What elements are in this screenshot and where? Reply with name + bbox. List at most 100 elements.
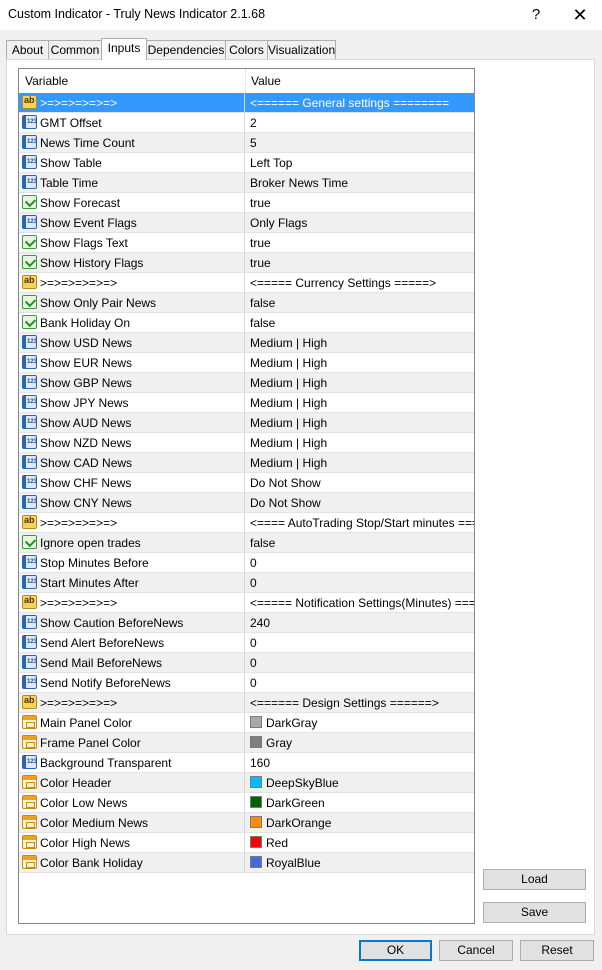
variable-name: Table Time	[40, 176, 99, 190]
cancel-button[interactable]: Cancel	[439, 940, 513, 961]
value-cell[interactable]: true	[246, 193, 474, 212]
table-row[interactable]: Show Event Flags Only Flags	[19, 213, 474, 233]
table-row[interactable]: Show GBP News Medium | High	[19, 373, 474, 393]
save-button[interactable]: Save	[483, 902, 586, 923]
value-cell[interactable]: 2	[246, 113, 474, 132]
reset-button[interactable]: Reset	[520, 940, 594, 961]
table-row[interactable]: Show Caution BeforeNews 240	[19, 613, 474, 633]
table-row[interactable]: News Time Count 5	[19, 133, 474, 153]
value-cell[interactable]: 0	[246, 573, 474, 592]
value-cell[interactable]: Medium | High	[246, 453, 474, 472]
tab-visualization[interactable]: Visualization	[267, 40, 336, 59]
header-variable[interactable]: Variable	[25, 74, 68, 88]
help-button[interactable]: ?	[514, 0, 558, 30]
table-row[interactable]: Start Minutes After 0	[19, 573, 474, 593]
value-cell[interactable]: <====== Design Settings ======>	[246, 693, 474, 712]
table-row[interactable]: Show CNY News Do Not Show	[19, 493, 474, 513]
table-row[interactable]: Show USD News Medium | High	[19, 333, 474, 353]
header-value[interactable]: Value	[251, 74, 281, 88]
table-row[interactable]: Show Only Pair News false	[19, 293, 474, 313]
table-row[interactable]: >=>=>=>=>=> <====== General settings ====…	[19, 93, 474, 113]
variable-cell: Show Caution BeforeNews	[19, 613, 245, 632]
value-cell[interactable]: DarkGray	[246, 713, 474, 732]
value-cell[interactable]: DarkOrange	[246, 813, 474, 832]
variable-value: <===== Notification Settings(Minutes) ==…	[250, 596, 474, 610]
table-row[interactable]: Color Low News DarkGreen	[19, 793, 474, 813]
close-button[interactable]: ✕	[558, 0, 602, 30]
value-cell[interactable]: Only Flags	[246, 213, 474, 232]
tab-common[interactable]: Common	[48, 40, 102, 59]
value-cell[interactable]: DarkGreen	[246, 793, 474, 812]
table-row[interactable]: Send Notify BeforeNews 0	[19, 673, 474, 693]
table-row[interactable]: Ignore open trades false	[19, 533, 474, 553]
variable-name: Send Alert BeforeNews	[40, 636, 165, 650]
table-row[interactable]: Show NZD News Medium | High	[19, 433, 474, 453]
value-cell[interactable]: Medium | High	[246, 413, 474, 432]
table-row[interactable]: Show Table Left Top	[19, 153, 474, 173]
tab-inputs[interactable]: Inputs	[101, 38, 147, 60]
table-row[interactable]: GMT Offset 2	[19, 113, 474, 133]
table-row[interactable]: Stop Minutes Before 0	[19, 553, 474, 573]
table-row[interactable]: Send Alert BeforeNews 0	[19, 633, 474, 653]
value-cell[interactable]: 160	[246, 753, 474, 772]
table-row[interactable]: >=>=>=>=>=> <====== Design Settings =====…	[19, 693, 474, 713]
table-row[interactable]: Color Bank Holiday RoyalBlue	[19, 853, 474, 873]
table-row[interactable]: Color Header DeepSkyBlue	[19, 773, 474, 793]
value-cell[interactable]: 0	[246, 653, 474, 672]
value-cell[interactable]: Left Top	[246, 153, 474, 172]
table-row[interactable]: >=>=>=>=>=> <===== Notification Settings(…	[19, 593, 474, 613]
value-cell[interactable]: false	[246, 533, 474, 552]
tab-dependencies[interactable]: Dependencies	[146, 40, 226, 59]
value-cell[interactable]: Medium | High	[246, 353, 474, 372]
value-cell[interactable]: Gray	[246, 733, 474, 752]
table-row[interactable]: Background Transparent 160	[19, 753, 474, 773]
value-cell[interactable]: Medium | High	[246, 393, 474, 412]
value-cell[interactable]: 0	[246, 553, 474, 572]
value-cell[interactable]: <==== AutoTrading Stop/Start minutes ===…	[246, 513, 474, 532]
table-row[interactable]: Show EUR News Medium | High	[19, 353, 474, 373]
value-cell[interactable]: true	[246, 233, 474, 252]
value-cell[interactable]: 0	[246, 633, 474, 652]
value-cell[interactable]: <====== General settings ========	[246, 93, 474, 112]
table-row[interactable]: Bank Holiday On false	[19, 313, 474, 333]
table-row[interactable]: >=>=>=>=>=> <===== Currency Settings ====…	[19, 273, 474, 293]
value-cell[interactable]: false	[246, 293, 474, 312]
number-type-icon	[22, 115, 37, 129]
table-row[interactable]: Frame Panel Color Gray	[19, 733, 474, 753]
tab-about[interactable]: About	[6, 40, 49, 59]
value-cell[interactable]: <===== Currency Settings =====>	[246, 273, 474, 292]
table-row[interactable]: Show Flags Text true	[19, 233, 474, 253]
value-cell[interactable]: false	[246, 313, 474, 332]
value-cell[interactable]: 5	[246, 133, 474, 152]
load-button[interactable]: Load	[483, 869, 586, 890]
table-row[interactable]: Main Panel Color DarkGray	[19, 713, 474, 733]
column-divider[interactable]	[245, 69, 246, 93]
value-cell[interactable]: Do Not Show	[246, 493, 474, 512]
value-cell[interactable]: DeepSkyBlue	[246, 773, 474, 792]
value-cell[interactable]: Broker News Time	[246, 173, 474, 192]
table-row[interactable]: Color Medium News DarkOrange	[19, 813, 474, 833]
table-row[interactable]: Show CAD News Medium | High	[19, 453, 474, 473]
table-row[interactable]: Show CHF News Do Not Show	[19, 473, 474, 493]
table-row[interactable]: Show Forecast true	[19, 193, 474, 213]
table-row[interactable]: Color High News Red	[19, 833, 474, 853]
value-cell[interactable]: Medium | High	[246, 433, 474, 452]
value-cell[interactable]: RoyalBlue	[246, 853, 474, 872]
table-row[interactable]: Show AUD News Medium | High	[19, 413, 474, 433]
value-cell[interactable]: 240	[246, 613, 474, 632]
boolean-type-icon	[22, 195, 37, 209]
table-row[interactable]: Send Mail BeforeNews 0	[19, 653, 474, 673]
ok-button[interactable]: OK	[359, 940, 432, 961]
tab-colors[interactable]: Colors	[225, 40, 268, 59]
value-cell[interactable]: 0	[246, 673, 474, 692]
value-cell[interactable]: true	[246, 253, 474, 272]
value-cell[interactable]: Medium | High	[246, 373, 474, 392]
table-row[interactable]: Show History Flags true	[19, 253, 474, 273]
table-row[interactable]: Show JPY News Medium | High	[19, 393, 474, 413]
value-cell[interactable]: Do Not Show	[246, 473, 474, 492]
value-cell[interactable]: Red	[246, 833, 474, 852]
value-cell[interactable]: Medium | High	[246, 333, 474, 352]
table-row[interactable]: Table Time Broker News Time	[19, 173, 474, 193]
value-cell[interactable]: <===== Notification Settings(Minutes) ==…	[246, 593, 474, 612]
table-row[interactable]: >=>=>=>=>=> <==== AutoTrading Stop/Start …	[19, 513, 474, 533]
